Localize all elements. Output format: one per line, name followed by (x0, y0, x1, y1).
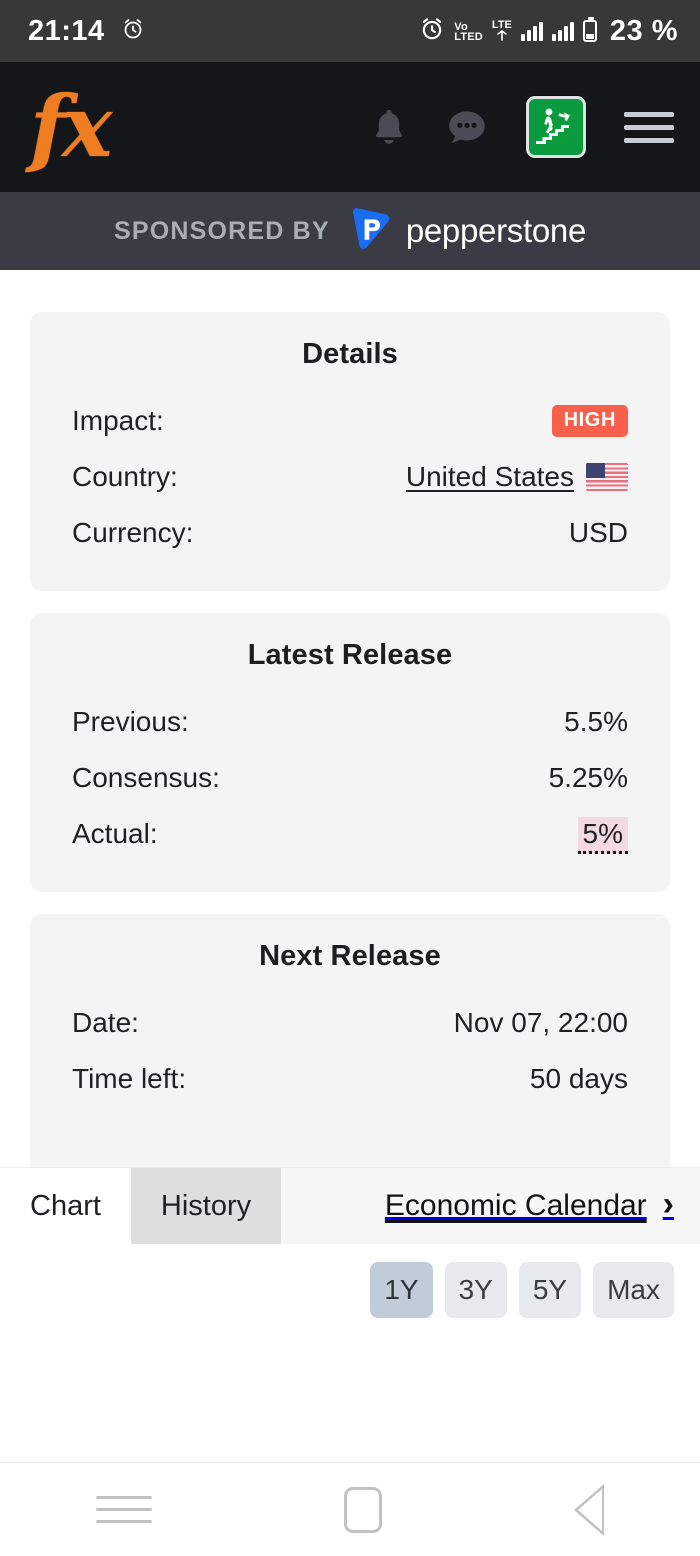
range-button-1y[interactable]: 1Y (370, 1262, 433, 1318)
chat-bubble-icon[interactable] (446, 107, 488, 147)
detail-row-currency: Currency: USD (72, 505, 628, 561)
date-value: Nov 07, 22:00 (453, 1007, 628, 1038)
range-button-max[interactable]: Max (593, 1262, 674, 1318)
app-header-actions (370, 96, 674, 158)
signal-bars-icon-2 (551, 21, 574, 41)
details-card: Details Impact: HIGH Country: United Sta… (30, 312, 670, 591)
next-row-time-left: Time left: 50 days (72, 1051, 628, 1107)
chart-canvas[interactable] (0, 1318, 700, 1438)
tab-chart[interactable]: Chart (0, 1168, 131, 1244)
currency-value: USD (568, 517, 628, 548)
next-release-title: Next Release (259, 940, 441, 972)
next-release-spacer (72, 1107, 628, 1149)
consensus-value: 5.25% (548, 762, 628, 793)
time-left-label: Time left: (72, 1063, 187, 1094)
emergency-exit-icon[interactable] (526, 96, 586, 158)
volte-line-2: LTED (454, 31, 483, 43)
recents-icon[interactable] (96, 1496, 152, 1523)
impact-status-badge: HIGH (551, 405, 628, 437)
tab-history[interactable]: History (130, 1168, 282, 1244)
actual-value[interactable]: 5% (577, 817, 628, 854)
pepperstone-name: pepperstone (405, 212, 587, 249)
latest-release-card: Latest Release Previous: 5.5% Consensus:… (30, 613, 670, 892)
battery-percent: 23 % (609, 14, 678, 47)
home-square-icon[interactable] (344, 1486, 382, 1533)
sponsor-banner[interactable]: SPONSORED BY pepperstone (0, 192, 700, 270)
pepperstone-logo: pepperstone (348, 204, 586, 258)
us-flag-icon (586, 463, 628, 491)
previous-label: Previous: (72, 706, 189, 737)
tab-zone: Chart History Economic Calendar › 1Y 3Y … (0, 1167, 700, 1462)
chart-panel: 1Y 3Y 5Y Max (0, 1244, 700, 1462)
alarm-active-icon (419, 16, 445, 47)
battery-icon (582, 17, 597, 42)
next-release-card: Next Release Date: Nov 07, 22:00 Time le… (30, 914, 670, 1179)
status-bar-left: 21:14 (28, 15, 145, 48)
date-label: Date: (72, 1007, 139, 1038)
main-content: Details Impact: HIGH Country: United Sta… (0, 312, 700, 1179)
impact-label: Impact: (72, 405, 164, 436)
latest-row-consensus: Consensus: 5.25% (72, 750, 628, 806)
status-time: 21:14 (28, 14, 105, 47)
range-button-3y[interactable]: 3Y (444, 1262, 507, 1318)
lte-label: LTE (491, 18, 512, 31)
status-bar: 21:14 Vo LTED LTE 23 % (0, 0, 700, 62)
volte-icon: Vo LTED (454, 21, 483, 43)
economic-calendar-label: Economic Calendar (384, 1189, 647, 1222)
lte-icon: LTE (491, 18, 512, 42)
fx-logo[interactable]: fx (30, 85, 112, 169)
country-value: United States (406, 461, 628, 493)
alarm-clock-icon (121, 17, 145, 46)
latest-row-previous: Previous: 5.5% (72, 694, 628, 750)
notifications-bell-icon[interactable] (370, 106, 408, 148)
back-triangle-icon[interactable] (574, 1483, 604, 1536)
time-left-value: 50 days (529, 1063, 628, 1094)
next-row-date: Date: Nov 07, 22:00 (72, 995, 628, 1051)
actual-label: Actual: (72, 818, 158, 849)
chart-range-selector: 1Y 3Y 5Y Max (0, 1244, 700, 1318)
country-link[interactable]: United States (406, 461, 574, 493)
sponsored-by-label: SPONSORED BY (113, 216, 330, 245)
consensus-label: Consensus: (72, 762, 220, 793)
tab-bar: Chart History Economic Calendar › (0, 1168, 700, 1244)
details-card-title: Details (302, 338, 398, 370)
status-bar-right: Vo LTED LTE 23 % (419, 15, 678, 48)
detail-row-impact: Impact: HIGH (72, 393, 628, 449)
latest-row-actual: Actual: 5% (72, 806, 628, 862)
actual-value-wrap: 5% (577, 817, 628, 854)
hamburger-menu-icon[interactable] (624, 111, 674, 143)
latest-release-title: Latest Release (247, 639, 453, 671)
currency-label: Currency: (72, 517, 194, 548)
android-navigation-bar (0, 1462, 700, 1556)
pepperstone-mark-icon (352, 208, 390, 249)
economic-calendar-link[interactable]: Economic Calendar › (385, 1168, 700, 1244)
detail-row-country: Country: United States (72, 449, 628, 505)
range-button-5y[interactable]: 5Y (518, 1262, 582, 1318)
app-screen: 21:14 Vo LTED LTE 23 % fx SPONSORED BY p… (0, 0, 700, 1556)
signal-bars-icon-1 (520, 21, 543, 41)
previous-value: 5.5% (564, 706, 628, 737)
app-header: fx (0, 62, 700, 192)
country-label: Country: (72, 461, 178, 492)
chevron-right-icon: › (662, 1185, 674, 1223)
